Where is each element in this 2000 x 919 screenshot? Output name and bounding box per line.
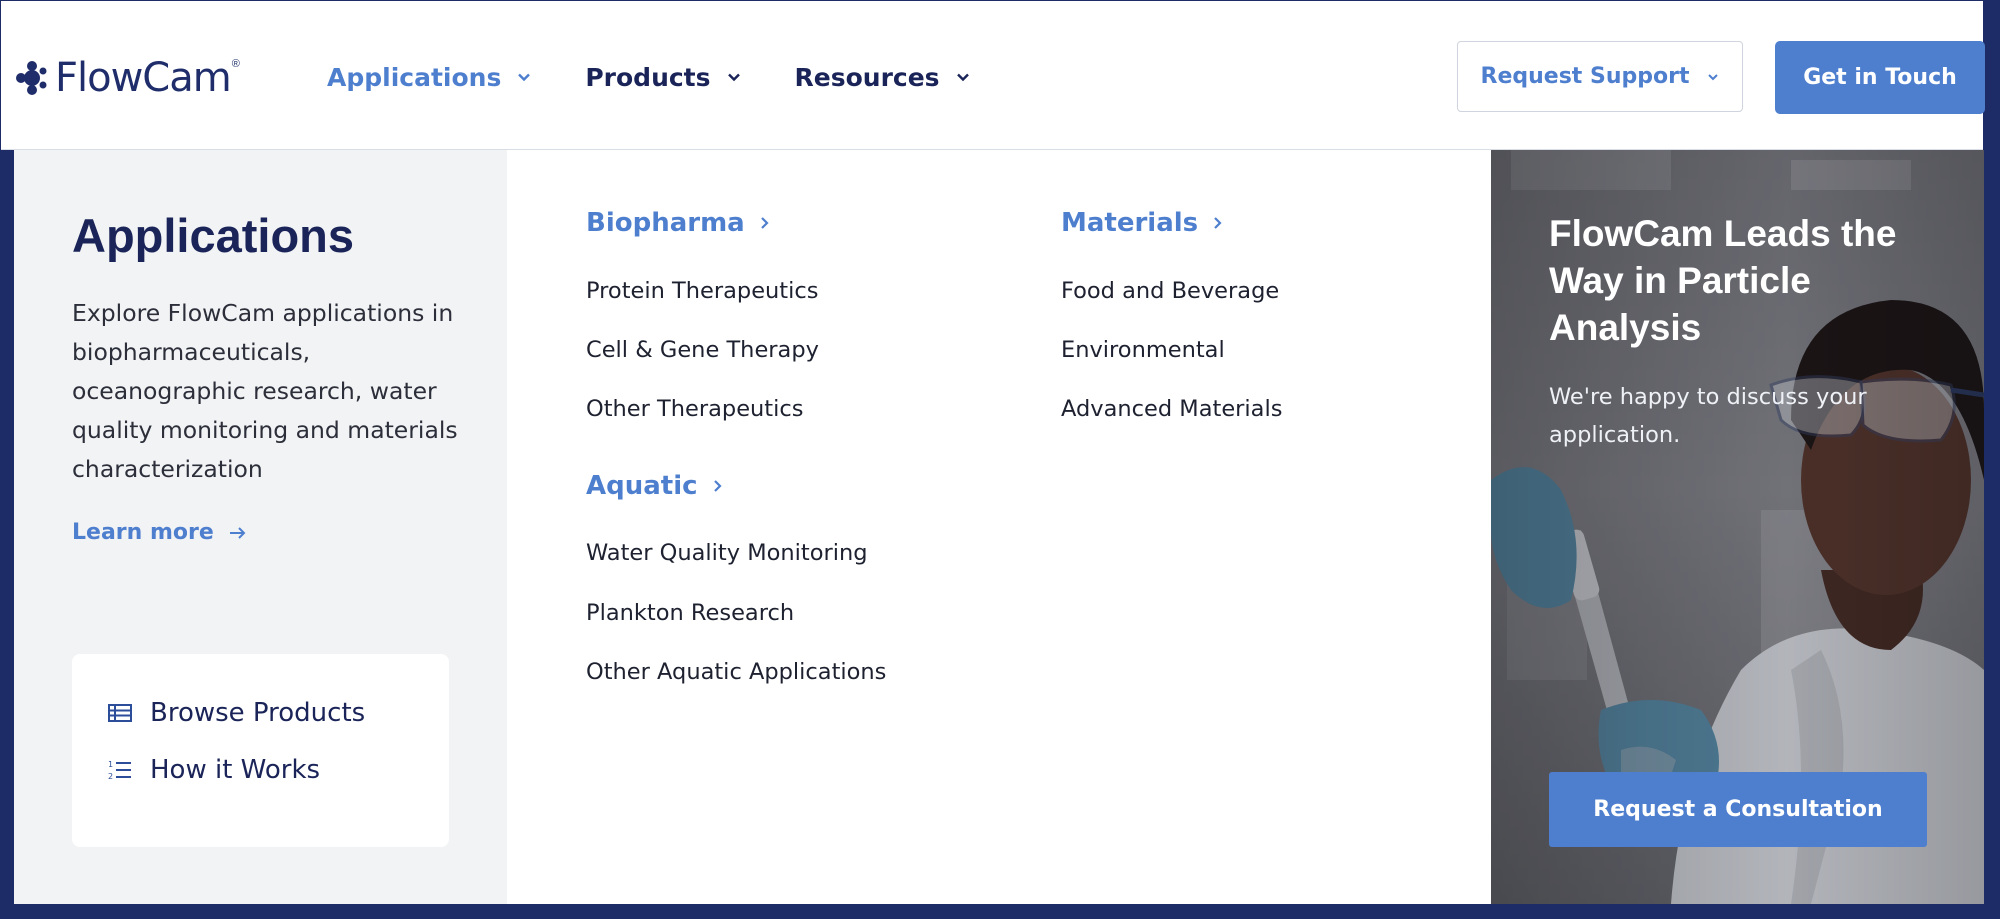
promo-text: We're happy to discuss your application. [1549, 384, 1867, 448]
site-header: FlowCam ® Applications Products Resource… [1, 1, 1985, 150]
request-support-button[interactable]: Request Support [1457, 41, 1743, 112]
applications-mega-menu: Applications Explore FlowCam application… [14, 150, 1984, 904]
numbered-list-icon: 1 2 [108, 760, 131, 781]
browse-products-link[interactable]: Browse Products [108, 698, 365, 728]
link-cell-gene-therapy[interactable]: Cell & Gene Therapy [586, 337, 819, 363]
learn-more-label: Learn more [72, 520, 214, 545]
link-food-and-beverage[interactable]: Food and Beverage [1061, 278, 1279, 304]
link-environmental[interactable]: Environmental [1061, 337, 1225, 363]
registered-mark: ® [231, 58, 240, 70]
applications-intro: Applications Explore FlowCam application… [14, 150, 507, 904]
consultation-promo: FlowCam Leads the Way in Particle Analys… [1491, 150, 1984, 904]
nav-products-label: Products [585, 62, 711, 92]
request-consultation-button[interactable]: Request a Consultation [1549, 772, 1927, 847]
learn-more-link[interactable]: Learn more [72, 520, 248, 545]
link-other-therapeutics[interactable]: Other Therapeutics [586, 396, 803, 422]
category-aquatic-label: Aquatic [586, 471, 698, 501]
browse-products-label: Browse Products [150, 698, 366, 728]
category-aquatic[interactable]: Aquatic [586, 471, 723, 501]
main-nav: Applications Products Resources [327, 57, 1024, 97]
link-advanced-materials[interactable]: Advanced Materials [1061, 396, 1282, 422]
table-list-icon [108, 704, 132, 722]
flowcam-logo[interactable]: FlowCam ® [15, 53, 240, 103]
nav-products[interactable]: Products [585, 63, 740, 92]
category-biopharma-label: Biopharma [586, 208, 745, 238]
chevron-down-icon [956, 73, 969, 82]
chevron-down-icon [518, 73, 531, 82]
category-materials-label: Materials [1061, 208, 1199, 238]
svg-text:1: 1 [108, 760, 113, 769]
chevron-down-icon [1708, 73, 1719, 80]
nav-applications[interactable]: Applications [327, 63, 531, 92]
nav-resources[interactable]: Resources [795, 63, 970, 92]
request-support-label: Request Support [1480, 64, 1690, 89]
link-protein-therapeutics[interactable]: Protein Therapeutics [586, 278, 818, 304]
nav-applications-label: Applications [327, 62, 502, 92]
svg-text:2: 2 [108, 772, 113, 781]
quick-links-card: Browse Products 1 2 How it Works [72, 654, 449, 847]
promo-title: FlowCam Leads the Way in Particle Analys… [1549, 213, 1897, 348]
get-in-touch-button[interactable]: Get in Touch [1775, 41, 1985, 114]
chevron-right-icon [713, 480, 722, 492]
category-materials[interactable]: Materials [1061, 208, 1223, 238]
how-it-works-link[interactable]: 1 2 How it Works [108, 755, 320, 785]
logo-text: FlowCam [55, 55, 232, 101]
arrow-right-icon [229, 526, 246, 539]
logo-mark-icon [16, 61, 47, 95]
link-plankton-research[interactable]: Plankton Research [586, 600, 794, 626]
link-water-quality-monitoring[interactable]: Water Quality Monitoring [586, 540, 868, 566]
nav-resources-label: Resources [794, 62, 940, 92]
chevron-right-icon [760, 217, 769, 229]
link-other-aquatic-applications[interactable]: Other Aquatic Applications [586, 659, 886, 685]
menu-description: Explore FlowCam applications in biopharm… [72, 299, 458, 483]
how-it-works-label: How it Works [150, 755, 321, 785]
menu-title: Applications [72, 209, 355, 262]
category-biopharma[interactable]: Biopharma [586, 208, 770, 238]
chevron-right-icon [1214, 217, 1222, 229]
chevron-down-icon [727, 73, 740, 82]
